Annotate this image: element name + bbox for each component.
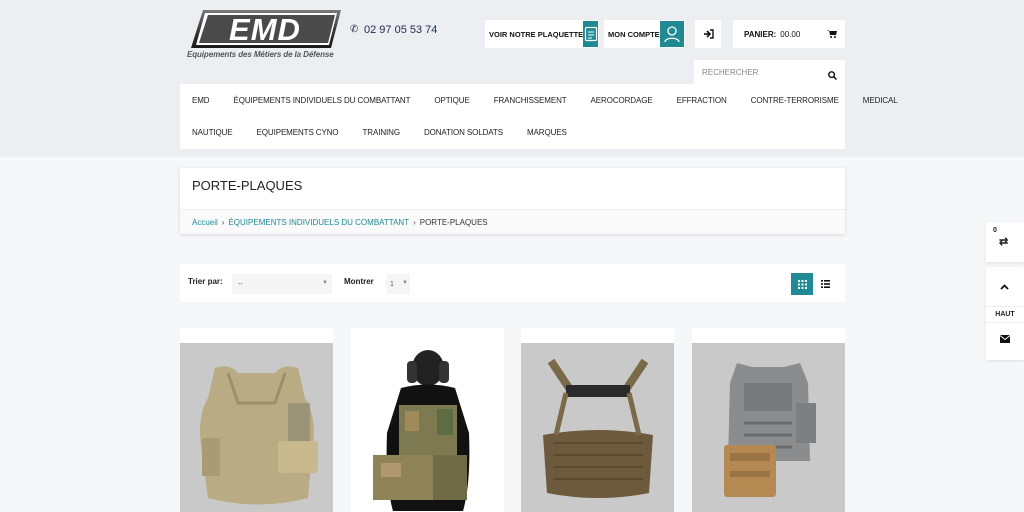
grid-view-button[interactable] [791,273,813,295]
chevron-up-icon[interactable] [1000,281,1009,293]
account-button[interactable]: MON COMPTE [604,20,685,48]
nav-item-equipements-individuels[interactable]: ÉQUIPEMENTS INDIVIDUELS DU COMBATTANT [233,96,410,105]
product-image[interactable] [351,343,504,512]
list-view-button[interactable] [814,273,836,295]
mail-icon[interactable] [999,335,1011,346]
document-icon [583,21,598,47]
product-image[interactable] [521,343,674,512]
compare-count: 0 [993,227,997,234]
nav-item-contre-terrorisme[interactable]: CONTRE-TERRORISME [751,96,839,105]
breadcrumb-category[interactable]: ÉQUIPEMENTS INDIVIDUELS DU COMBATTANT [228,218,409,227]
breadcrumb: Accueil › ÉQUIPEMENTS INDIVIDUELS DU COM… [180,209,845,234]
phone-text: 02 97 05 53 74 [364,24,438,36]
search-bar [694,60,845,84]
view-brochure-button[interactable]: VOIR NOTRE PLAQUETTE [485,20,599,48]
show-select[interactable]: 1 ▼ [386,274,410,294]
product-card[interactable] [351,328,504,512]
breadcrumb-separator-icon: › [413,217,416,227]
product-card[interactable] [180,328,333,512]
search-input[interactable] [702,67,822,77]
search-icon[interactable] [828,67,838,85]
grid-view-icon [797,279,807,289]
nav-item-franchissement[interactable]: FRANCHISSEMENT [494,96,567,105]
user-icon [659,21,684,47]
show-label: Montrer [344,277,374,286]
nav-item-optique[interactable]: OPTIQUE [434,96,469,105]
phone-icon: ✆ [350,24,359,35]
chevron-down-icon: ▼ [322,280,328,286]
nav-row-1: EMD ÉQUIPEMENTS INDIVIDUELS DU COMBATTAN… [192,84,922,116]
site-logo[interactable]: EMD Equipements des Métiers de la Défens… [187,10,347,60]
cart-icon [827,29,837,40]
chevron-down-icon: ▼ [402,280,408,286]
page-header-card: PORTE-PLAQUES Accueil › ÉQUIPEMENTS INDI… [180,168,845,234]
sort-select[interactable]: -- ▼ [232,274,332,294]
nav-row-2: NAUTIQUE EQUIPEMENTS CYNO TRAINING DONAT… [192,116,591,148]
sort-label: Trier par: [188,277,223,286]
login-button[interactable] [695,20,721,48]
logo-text: EMD [229,12,301,47]
back-to-top-button[interactable]: HAUT [986,306,1024,323]
nav-item-emd[interactable]: EMD [192,96,210,105]
side-toolbar: HAUT [986,267,1024,360]
login-icon [703,29,714,39]
nav-item-medical[interactable]: MEDICAL [863,96,898,105]
nav-item-equipements-cyno[interactable]: EQUIPEMENTS CYNO [257,128,339,137]
product-card[interactable] [692,328,845,512]
logo-tagline: Equipements des Métiers de la Défense [187,50,334,59]
cart-button[interactable]: PANIER: 00.00 [733,20,845,48]
breadcrumb-home[interactable]: Accueil [192,218,218,227]
nav-item-aerocordage[interactable]: AEROCORDAGE [591,96,653,105]
breadcrumb-separator-icon: › [221,217,225,227]
logo-emblem: EMD [191,10,341,48]
product-image[interactable] [692,343,845,512]
phone-number[interactable]: ✆ 02 97 05 53 74 [350,24,437,36]
breadcrumb-current: PORTE-PLAQUES [419,217,488,227]
nav-item-donation-soldats[interactable]: DONATION SOLDATS [424,128,503,137]
product-toolbar: Trier par: -- ▼ Montrer 1 ▼ [180,264,845,302]
page-title: PORTE-PLAQUES [192,178,303,193]
nav-item-nautique[interactable]: NAUTIQUE [192,128,233,137]
sort-value: -- [238,280,243,288]
list-view-icon [820,280,830,288]
main-nav: EMD ÉQUIPEMENTS INDIVIDUELS DU COMBATTAN… [180,84,898,149]
nav-item-effraction[interactable]: EFFRACTION [677,96,727,105]
compare-icon: ⇄ [999,236,1009,248]
nav-item-marques[interactable]: MARQUES [527,128,567,137]
nav-item-training[interactable]: TRAINING [363,128,401,137]
cart-total: 00.00 [780,29,801,39]
product-image[interactable] [180,343,333,512]
brochure-label: VOIR NOTRE PLAQUETTE [489,29,584,39]
compare-widget[interactable]: 0 ⇄ [986,222,1024,262]
product-card[interactable] [521,328,674,512]
account-label: MON COMPTE [608,29,660,39]
show-value: 1 [390,280,394,288]
cart-label: PANIER: [744,29,777,39]
